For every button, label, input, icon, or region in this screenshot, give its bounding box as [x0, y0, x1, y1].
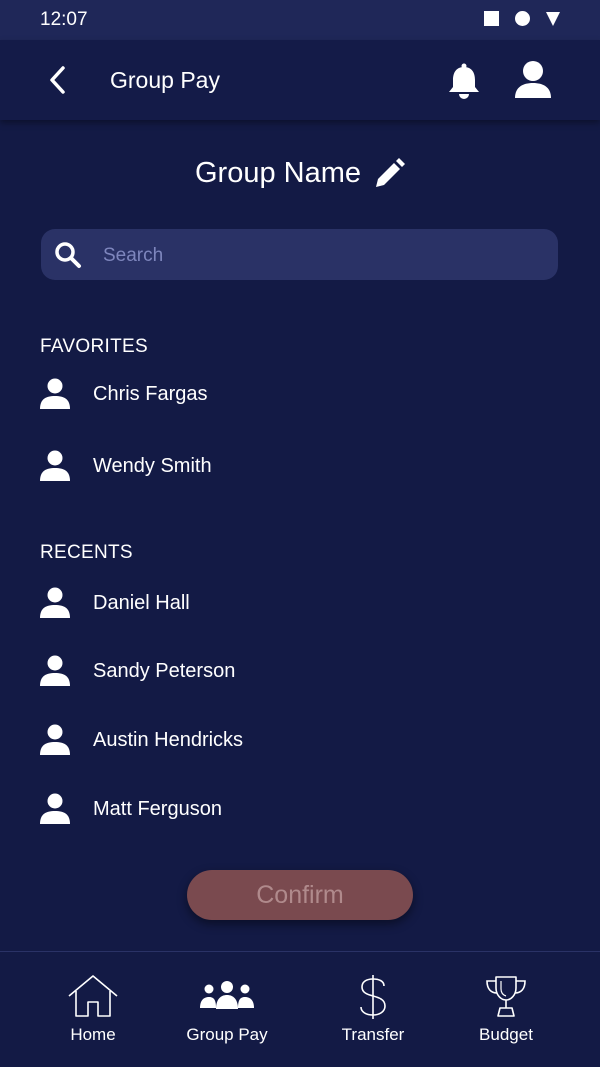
- home-icon: [68, 975, 118, 1017]
- contact-item[interactable]: Daniel Hall: [40, 580, 560, 626]
- nav-label: Group Pay: [186, 1025, 268, 1044]
- pencil-icon: [376, 157, 405, 187]
- status-bar: 12:07: [0, 0, 600, 40]
- contact-item[interactable]: Matt Ferguson: [40, 786, 560, 832]
- nav-label: Home: [70, 1025, 116, 1044]
- status-time: 12:07: [40, 9, 88, 30]
- nav-group-pay[interactable]: Group Pay: [162, 952, 292, 1067]
- favorites-heading: FAVORITES: [40, 336, 148, 357]
- person-icon: [40, 378, 70, 409]
- dollar-icon: [360, 975, 386, 1019]
- person-icon: [40, 450, 70, 481]
- back-icon: [50, 66, 65, 94]
- trophy-icon: [486, 976, 526, 1017]
- nav-transfer[interactable]: Transfer: [308, 952, 438, 1067]
- user-icon: [515, 61, 551, 98]
- nav-budget[interactable]: Budget: [441, 952, 571, 1067]
- contact-name: Matt Ferguson: [93, 797, 222, 820]
- bell-icon: [449, 63, 479, 99]
- profile-button[interactable]: [512, 60, 554, 100]
- group-name-row: Group Name: [0, 157, 600, 190]
- group-icon: [200, 981, 254, 1009]
- page-title: Group Pay: [110, 67, 220, 93]
- contact-name: Daniel Hall: [93, 591, 190, 614]
- app-header: Group Pay: [0, 40, 600, 120]
- confirm-button[interactable]: Confirm: [187, 870, 413, 920]
- contact-name: Wendy Smith: [93, 454, 212, 477]
- contact-item[interactable]: Chris Fargas: [40, 371, 560, 417]
- bottom-nav: Home Group Pay Transfer Budget: [0, 951, 600, 1067]
- contact-item[interactable]: Wendy Smith: [40, 443, 560, 489]
- square-icon: [484, 11, 499, 26]
- notifications-button[interactable]: [446, 62, 482, 100]
- contact-name: Austin Hendricks: [93, 728, 244, 751]
- person-icon: [40, 793, 70, 824]
- back-button[interactable]: [40, 62, 74, 98]
- search-bar: [41, 229, 558, 282]
- person-icon: [40, 587, 70, 618]
- person-icon: [40, 655, 70, 686]
- nav-label: Transfer: [341, 1025, 405, 1044]
- contact-item[interactable]: Sandy Peterson: [40, 648, 560, 694]
- nav-label: Budget: [479, 1025, 533, 1044]
- search-icon: [55, 242, 81, 268]
- nav-home[interactable]: Home: [28, 952, 158, 1067]
- group-name: Group Name: [194, 157, 361, 189]
- contact-item[interactable]: Austin Hendricks: [40, 717, 560, 763]
- status-icons: [484, 11, 560, 26]
- triangle-icon: [546, 11, 560, 26]
- recents-heading: RECENTS: [40, 542, 133, 563]
- circle-icon: [515, 11, 530, 26]
- contact-name: Sandy Peterson: [93, 659, 236, 682]
- contact-name: Chris Fargas: [93, 382, 208, 405]
- search-input[interactable]: [101, 229, 545, 282]
- person-icon: [40, 724, 70, 755]
- edit-group-name-button[interactable]: [373, 157, 405, 190]
